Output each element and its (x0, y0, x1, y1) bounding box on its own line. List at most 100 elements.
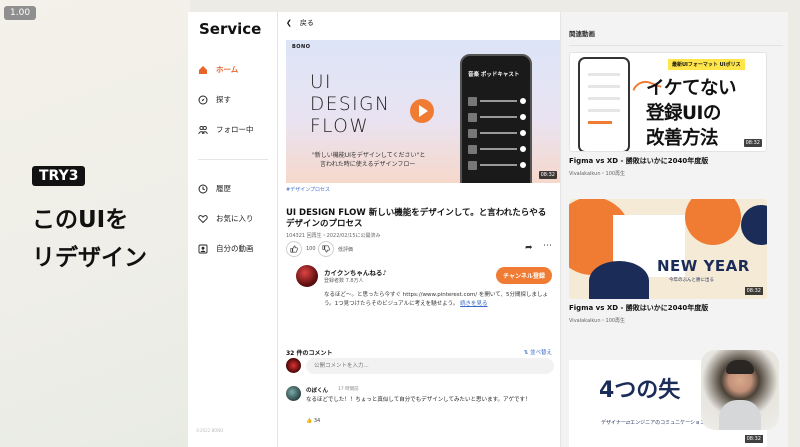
video-description: なるほど〜。と思ったら今すぐ https://www.pinterest.com… (324, 291, 552, 309)
thumbnail-tag: 最新UIフォーマット UIポリス (668, 59, 745, 70)
thumbnail-text: イケてない 登録UIの 改善方法 (646, 76, 737, 151)
brand-logo[interactable]: Service (199, 20, 261, 38)
thumbs-down-icon (322, 245, 330, 253)
back-button[interactable]: ❮ 戻る (286, 18, 314, 28)
main-content: ❮ 戻る BONO UI DESIGN FLOW "新しい機能UIをデザインして… (278, 12, 561, 447)
copyright: ©2022 BONO (196, 428, 224, 433)
channel-name[interactable]: カイクンちゃんねる♪ (324, 267, 387, 277)
sidebar-item-explore[interactable]: 探す (198, 94, 231, 105)
like-button[interactable] (286, 241, 302, 257)
try-badge: TRY3 (32, 166, 86, 186)
subscribe-button[interactable]: チャンネル登録 (496, 267, 552, 284)
comment-author[interactable]: のぼくん (306, 386, 328, 394)
sidebar-item-label: お気に入り (216, 214, 254, 223)
dislike-label: 低評価 (338, 247, 354, 253)
video-duration: 08:32 (744, 435, 763, 443)
sidebar-item-following[interactable]: フォロー中 (198, 124, 254, 135)
sidebar-item-home[interactable]: ホーム (198, 64, 238, 75)
sidebar-item-label: 履歴 (216, 184, 231, 193)
video-brand: BONO (292, 44, 311, 50)
channel-info: カイクンちゃんねる♪ 登録者数 7.8万人 チャンネル登録 なるほど〜。と思った… (296, 265, 552, 345)
heart-icon (198, 214, 208, 223)
related-meta: Vivalakaikun・100再生 (569, 171, 626, 177)
video-duration: 08:32 (744, 287, 763, 295)
sidebar-item-my-videos[interactable]: 自分の動画 (198, 243, 254, 254)
app-window: Service ホーム 探す フォロー中 履歴 お気に入り 自分の動画 ©202… (188, 12, 788, 447)
hero-title-line: UI (310, 72, 332, 93)
clock-icon (198, 184, 208, 193)
related-thumbnail[interactable]: 最新UIフォーマット UIポリス イケてない 登録UIの 改善方法 08:32 (569, 52, 767, 152)
current-user-avatar (286, 358, 301, 373)
phone-row (468, 144, 526, 154)
comment-like-button[interactable]: 👍 34 (306, 418, 320, 424)
video-tag[interactable]: #デザインプロセス (286, 186, 330, 193)
sort-label: 並べ替え (529, 350, 552, 356)
sidebar-item-label: フォロー中 (216, 125, 254, 134)
comment-avatar[interactable] (286, 386, 301, 401)
sidebar-item-favorites[interactable]: お気に入り (198, 213, 254, 224)
related-heading: 関連動画 (569, 30, 595, 38)
thumbnail-text-line: イケてない (646, 78, 737, 99)
more-icon[interactable]: ⋯ (543, 241, 552, 251)
sort-icon: ⇅ (523, 350, 529, 356)
sidebar-item-history[interactable]: 履歴 (198, 183, 231, 194)
related-video-card[interactable]: 最新UIフォーマット UIポリス イケてない 登録UIの 改善方法 08:32 … (569, 52, 767, 177)
thumbs-up-icon: 👍 (306, 418, 313, 424)
channel-avatar[interactable] (296, 265, 318, 287)
video-meta: 104321 回再生・2022/02/15に公開済み (286, 233, 381, 239)
video-hero-subtitle: "新しい機能UIをデザインしてください"と 言われた時に使えるデザインフロー (312, 151, 425, 169)
sidebar-divider (198, 159, 268, 160)
phone-row (468, 160, 526, 170)
thumbnail-text: 4つの失 (599, 378, 681, 403)
sidebar-item-label: 探す (216, 95, 231, 104)
dislike-button[interactable] (318, 241, 334, 257)
comment-text: なるほどでした！！ちょっと真似して自分でもデザインしてみたいと思います。アゲです… (306, 397, 531, 403)
play-icon[interactable] (410, 99, 434, 123)
share-icon[interactable]: ➦ (525, 243, 533, 253)
people-icon (198, 125, 208, 134)
chevron-left-icon: ❮ (286, 19, 292, 27)
compass-icon (198, 95, 208, 104)
comment-count: 32 件のコメント (286, 350, 333, 357)
sidebar-item-label: ホーム (216, 65, 239, 74)
related-video-card[interactable]: NEW YEAR 今年のぶんと勝に出る 08:32 Figma vs XD - … (569, 199, 767, 324)
back-label: 戻る (299, 19, 314, 27)
comment-time: 17 時間前 (338, 387, 359, 392)
sidebar-item-label: 自分の動画 (216, 244, 254, 253)
comment-input[interactable] (306, 358, 554, 374)
related-thumbnail[interactable]: NEW YEAR 今年のぶんと勝に出る 08:32 (569, 199, 767, 299)
slide-panel: 1.00 TRY3 このUIを リデザイン (0, 0, 190, 447)
zoom-level: 1.00 (4, 6, 37, 20)
video-duration: 08:32 (743, 139, 762, 147)
comment-like-count: 34 (313, 418, 321, 424)
related-title[interactable]: Figma vs XD - 勝敗はいかに2040年度版 (569, 303, 767, 313)
thumbnail-subtext: デザイナー⇄エンジニアのコミュニケーション (599, 418, 707, 427)
related-title[interactable]: Figma vs XD - 勝敗はいかに2040年度版 (569, 156, 767, 166)
phone-mockup (578, 57, 630, 151)
user-video-icon (198, 244, 208, 253)
thumbnail-text-line: 登録UIの (646, 103, 721, 124)
thumbnail-text-line: 改善方法 (646, 128, 719, 149)
phone-mockup: 音楽 ポッドキャスト (460, 54, 532, 183)
thumbnail-text: NEW YEAR (657, 257, 750, 275)
video-actions: 100 低評価 ➦ ⋯ (286, 241, 556, 259)
like-count: 100 (306, 246, 316, 252)
related-meta: Vivalakaikun・100再生 (569, 318, 626, 324)
phone-row (468, 128, 526, 138)
thumbnail-subtext: 今年のぶんと勝に出る (669, 278, 714, 283)
hero-subtitle-line: 言われた時に使えるデザインフロー (320, 161, 416, 168)
video-duration: 08:32 (538, 171, 557, 179)
channel-subscribers: 登録者数 7.8万人 (324, 278, 364, 284)
sidebar: Service ホーム 探す フォロー中 履歴 お気に入り 自分の動画 ©202… (188, 12, 278, 447)
description-text: なるほど〜。と思ったら今すぐ https://www.pinterest.com… (324, 292, 548, 307)
hero-subtitle-line: "新しい機能UIをデザインしてください"と (312, 152, 426, 159)
thumbs-up-icon (290, 245, 298, 253)
related-videos: 関連動画 最新UIフォーマット UIポリス イケてない 登録UIの 改善方法 0… (561, 12, 788, 447)
show-more-link[interactable]: 続きを見る (460, 301, 488, 307)
home-icon (199, 65, 207, 74)
video-player[interactable]: BONO UI DESIGN FLOW "新しい機能UIをデザインしてください"… (286, 40, 560, 183)
sort-button[interactable]: ⇅ 並べ替え (524, 348, 552, 356)
phone-row (468, 112, 526, 122)
related-divider (569, 45, 783, 46)
slide-heading-line2: リデザイン (32, 245, 147, 271)
